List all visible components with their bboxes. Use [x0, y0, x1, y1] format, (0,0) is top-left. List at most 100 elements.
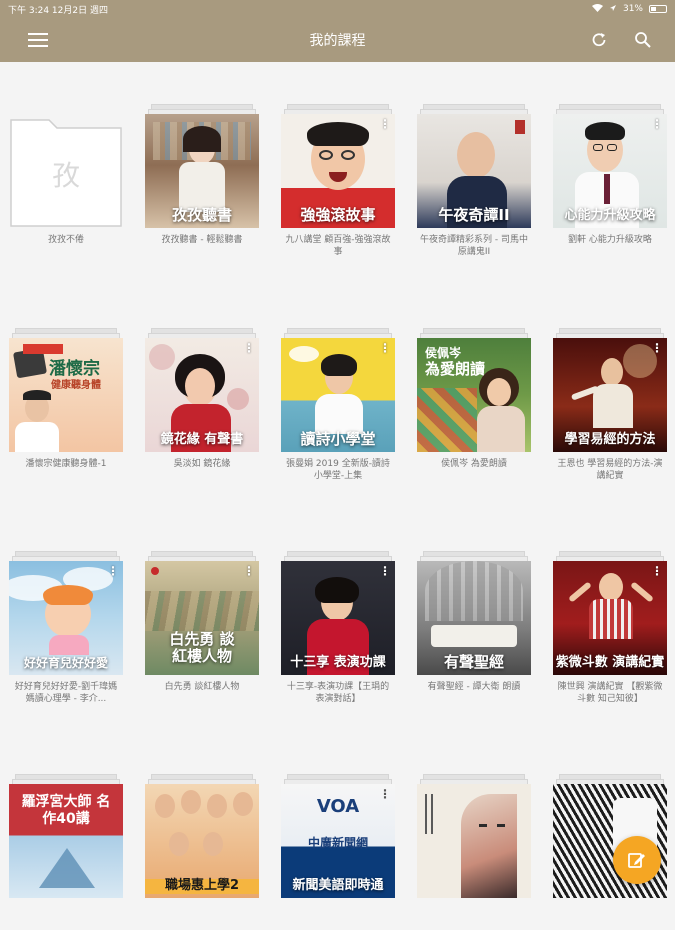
course-cover: ⋮ 心能力升級攻略: [553, 114, 667, 228]
course-caption: 有聲聖經 - 譚大衛 朗讀: [427, 682, 521, 692]
folder-letter: 孜: [51, 159, 80, 192]
more-options-icon[interactable]: ⋮: [651, 342, 663, 354]
course-tile[interactable]: [417, 774, 531, 930]
course-caption: [281, 904, 395, 930]
course-cover: [417, 784, 531, 898]
cover-title: 為愛朗讀: [425, 360, 486, 378]
course-caption: 孜孜聽書 - 輕鬆聽書: [161, 235, 243, 245]
cover-title: 讀詩小學堂: [300, 429, 376, 448]
cover-title: 職場惠上學2: [145, 878, 259, 894]
course-tile[interactable]: 羅浮宮大師 名作40講: [9, 774, 123, 930]
course-tile[interactable]: ⋮ 心能力升級攻略 劉軒 心能力升級攻略: [553, 104, 667, 260]
course-tile[interactable]: ⋮ 讀詩小學堂 張曼娟 2019 全新版-讀詩小學堂-上集: [281, 328, 395, 484]
course-cover: 職場惠上學2: [145, 784, 259, 898]
more-options-icon[interactable]: ⋮: [379, 342, 391, 354]
course-tile[interactable]: ⋮ 十三享 表演功課 十三享-表演功課【王琄的表演對話】: [281, 551, 395, 707]
more-options-icon[interactable]: ⋮: [243, 565, 255, 577]
folder-cover: 孜: [9, 114, 123, 228]
course-tile[interactable]: 職場惠上學2: [145, 774, 259, 930]
cover-title: 新聞美語即時通: [292, 878, 384, 894]
cover-title: 鏡花緣 有聲書: [160, 432, 244, 448]
course-caption: 潘懷宗健康聽身體-1: [25, 459, 107, 469]
course-tile[interactable]: ⋮ 白先勇 談紅樓人物 白先勇 談紅樓人物: [145, 551, 259, 707]
cover-subtitle: 健康聽身體: [51, 380, 101, 391]
cover-title: 心能力升級攻略: [564, 208, 656, 224]
menu-button[interactable]: [22, 24, 54, 56]
course-caption: [145, 904, 259, 930]
search-button[interactable]: [627, 24, 659, 56]
course-caption: 劉軒 心能力升級攻略: [568, 235, 652, 245]
cover-title: 白先勇 談紅樓人物: [169, 629, 235, 665]
course-caption: [417, 904, 531, 930]
course-caption: [553, 904, 667, 930]
edit-fab-button[interactable]: [613, 836, 661, 884]
course-caption: 好好育兒好好愛-劉千瑋媽媽讀心理學 - 李介...: [14, 682, 118, 705]
course-caption: 九八講堂 顧百強-強強滾故事: [285, 235, 391, 258]
cover-title: 學習易經的方法: [564, 432, 656, 448]
refresh-icon: [592, 33, 606, 47]
cover-title: 午夜奇譚II: [438, 205, 510, 224]
cover-title: 孜孜聽書: [171, 205, 232, 224]
course-cover: ⋮ 讀詩小學堂: [281, 338, 395, 452]
course-caption: 白先勇 談紅樓人物: [164, 682, 240, 692]
more-options-icon[interactable]: ⋮: [379, 788, 391, 800]
more-options-icon[interactable]: ⋮: [379, 565, 391, 577]
cover-title: 十三享 表演功課: [290, 655, 386, 671]
course-cover: 有聲聖經: [417, 561, 531, 675]
battery-icon: [649, 5, 667, 13]
location-icon: [609, 4, 617, 15]
course-caption: 十三享-表演功課【王琄的表演對話】: [286, 682, 390, 705]
course-tile[interactable]: ⋮ 鏡花緣 有聲書 吳淡如 鏡花緣: [145, 328, 259, 484]
course-tile[interactable]: 孜 孜孜不倦: [9, 114, 123, 260]
course-cover: ⋮ 學習易經的方法: [553, 338, 667, 452]
course-caption: 午夜奇譚精彩系列 - 司馬中原講鬼II: [420, 235, 528, 258]
course-tile[interactable]: 午夜奇譚II 午夜奇譚精彩系列 - 司馬中原講鬼II: [417, 104, 531, 260]
course-cover: 午夜奇譚II: [417, 114, 531, 228]
wifi-icon: [591, 3, 603, 15]
course-cover: 孜孜聽書: [145, 114, 259, 228]
course-caption: 張曼娟 2019 全新版-讀詩小學堂-上集: [286, 459, 390, 482]
course-cover: ⋮ 紫微斗數 演講紀實: [553, 561, 667, 675]
course-tile[interactable]: ⋮ 好好育兒好好愛 好好育兒好好愛-劉千瑋媽媽讀心理學 - 李介...: [9, 551, 123, 707]
course-cover: VOA 中廣新聞網 ⋮ 新聞美語即時通: [281, 784, 395, 898]
course-cover: ⋮ 強強滾故事: [281, 114, 395, 228]
cover-title: 好好育兒好好愛: [23, 656, 108, 671]
course-tile[interactable]: 孜孜聽書 孜孜聽書 - 輕鬆聽書: [145, 104, 259, 260]
course-caption: 孜孜不倦: [47, 235, 84, 245]
course-tile[interactable]: VOA 中廣新聞網 ⋮ 新聞美語即時通: [281, 774, 395, 930]
page-title: 我的課程: [309, 33, 366, 49]
course-cover: ⋮ 好好育兒好好愛: [9, 561, 123, 675]
search-icon: [635, 32, 651, 48]
more-options-icon[interactable]: ⋮: [651, 565, 663, 577]
course-tile[interactable]: 有聲聖經 有聲聖經 - 譚大衛 朗讀: [417, 551, 531, 707]
course-cover: 潘懷宗 健康聽身體: [9, 338, 123, 452]
course-cover: 羅浮宮大師 名作40講: [9, 784, 123, 898]
course-tile[interactable]: 潘懷宗 健康聽身體 潘懷宗健康聽身體-1: [9, 328, 123, 484]
battery-percent: 31%: [622, 4, 643, 14]
course-caption: 陳世興 演講紀實 【觀紫微斗數 知己知彼】: [557, 682, 663, 705]
course-tile[interactable]: 侯佩岑 為愛朗讀 侯佩岑 為愛朗讀: [417, 328, 531, 484]
cover-title: 強強滾故事: [300, 205, 376, 224]
course-tile[interactable]: ⋮ 學習易經的方法 王恩也 學習易經的方法-演講紀實: [553, 328, 667, 484]
course-cover: ⋮ 鏡花緣 有聲書: [145, 338, 259, 452]
cover-title: 羅浮宮大師 名作40講: [21, 794, 111, 827]
course-tile[interactable]: ⋮ 強強滾故事 九八講堂 顧百強-強強滾故事: [281, 104, 395, 260]
course-grid: 孜 孜孜不倦 孜孜聽書 孜孜聽書 - 輕鬆聽書 ⋮ 強強滾故事 九八講堂 顧百強…: [0, 62, 675, 900]
course-caption: 侯佩岑 為愛朗讀: [441, 459, 507, 469]
course-caption: 吳淡如 鏡花緣: [173, 459, 231, 469]
more-options-icon[interactable]: ⋮: [107, 565, 119, 577]
course-cover: 侯佩岑 為愛朗讀: [417, 338, 531, 452]
more-options-icon[interactable]: ⋮: [243, 342, 255, 354]
course-cover: ⋮ 十三享 表演功課: [281, 561, 395, 675]
more-options-icon[interactable]: ⋮: [379, 118, 391, 130]
course-caption: [9, 904, 123, 930]
hamburger-menu-icon: [28, 33, 48, 47]
cover-title: 紫微斗數 演講紀實: [555, 655, 665, 671]
status-bar: 下午 3:24 12月2日 週四 31%: [0, 0, 675, 18]
refresh-button[interactable]: [583, 24, 615, 56]
course-tile[interactable]: ⋮ 紫微斗數 演講紀實 陳世興 演講紀實 【觀紫微斗數 知己知彼】: [553, 551, 667, 707]
status-time-date: 下午 3:24 12月2日 週四: [8, 5, 108, 16]
app-bar: 我的課程: [0, 18, 675, 62]
course-caption: 王恩也 學習易經的方法-演講紀實: [557, 459, 663, 482]
more-options-icon[interactable]: ⋮: [651, 118, 663, 130]
